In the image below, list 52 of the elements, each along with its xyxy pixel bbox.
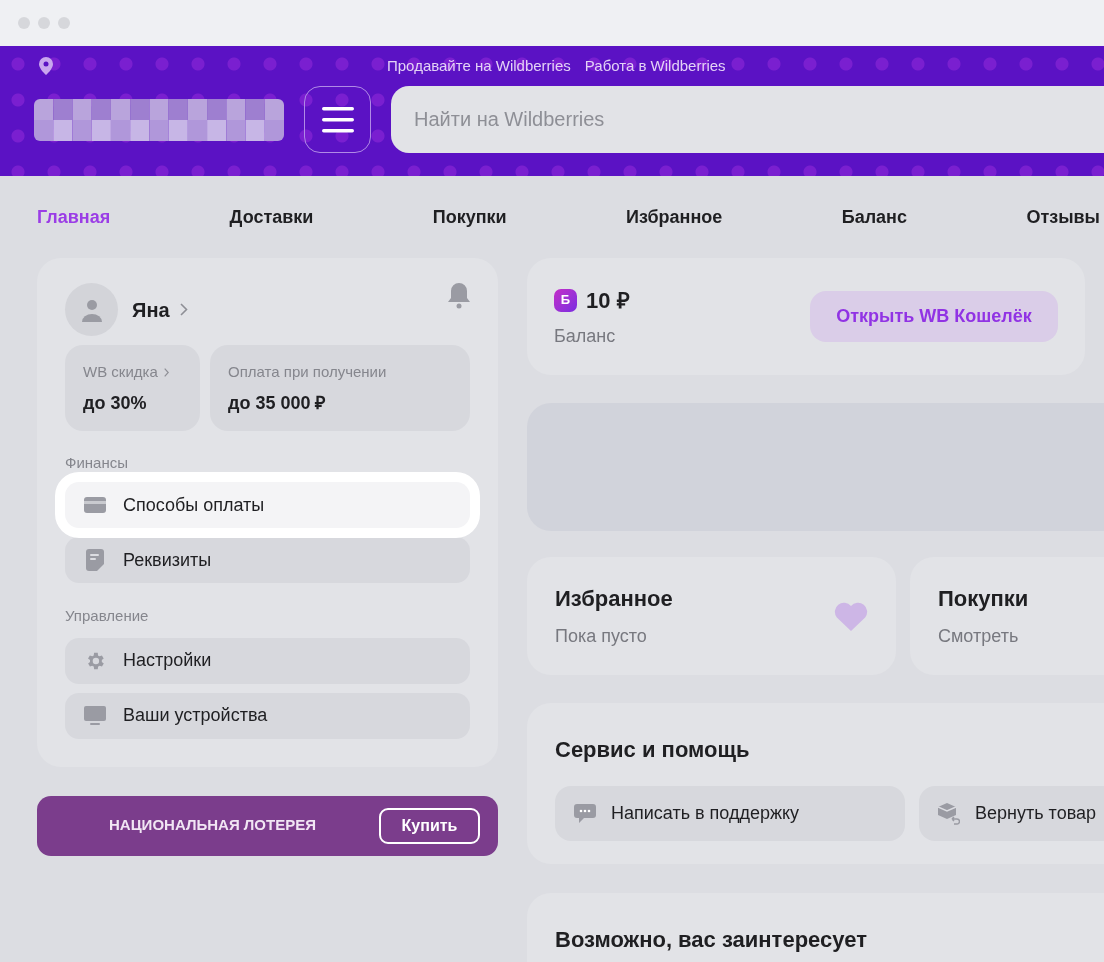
search-field[interactable]: Найти на Wildberries xyxy=(391,86,1104,153)
wallet-button[interactable]: Открыть WB Кошелёк xyxy=(810,291,1058,342)
service-title: Сервис и помощь xyxy=(555,736,751,764)
nav-tab[interactable]: Избранное xyxy=(626,203,723,231)
card-icon xyxy=(84,497,106,513)
bell-icon[interactable] xyxy=(447,282,471,309)
stat-value: до 35 000 ₽ xyxy=(228,391,327,415)
tile-subtitle: Пока пусто xyxy=(555,625,648,648)
balance-label: Баланс xyxy=(554,324,617,348)
buy-button[interactable]: Купить xyxy=(379,807,480,844)
summary-tile[interactable]: Покупки Смотреть xyxy=(910,557,1104,675)
blurred-logo[interactable] xyxy=(34,98,284,141)
person-icon xyxy=(79,297,104,322)
menu-icon xyxy=(321,106,354,133)
nav-tab[interactable]: Главная xyxy=(37,203,111,231)
tile-title: Покупки xyxy=(938,585,1029,613)
monitor-icon xyxy=(84,705,106,726)
chat-icon xyxy=(574,803,596,824)
box-return-icon xyxy=(938,802,960,825)
stat-card[interactable]: WB скидка до 30% xyxy=(65,345,200,431)
service-button[interactable]: Написать в поддержку xyxy=(555,786,905,841)
balance-amount: 10 ₽ xyxy=(586,286,630,315)
menu-item[interactable]: Реквизиты xyxy=(65,537,470,583)
menu-item[interactable]: Ваши устройства xyxy=(65,692,470,739)
balance-badge: Б xyxy=(554,288,577,312)
tile-title: Избранное xyxy=(555,585,673,613)
chevron-icon xyxy=(179,303,188,316)
tile-subtitle: Смотреть xyxy=(938,625,1020,648)
stat-label: Оплата при получении xyxy=(228,362,387,382)
section-heading: Управление xyxy=(65,606,150,626)
service-button[interactable]: Вернуть товар xyxy=(919,786,1104,841)
suggestions-title: Возможно, вас заинтересует xyxy=(555,927,867,952)
avatar[interactable] xyxy=(65,283,118,336)
lottery-banner[interactable]: НАЦИОНАЛЬНАЯ ЛОТЕРЕЯ Купить xyxy=(37,795,498,856)
nav-tab[interactable]: Отзывы xyxy=(1026,203,1100,231)
heart-icon xyxy=(834,601,868,631)
header-link[interactable]: Продавайте на Wildberries xyxy=(387,54,571,78)
location-pin-icon[interactable] xyxy=(39,57,53,75)
stat-value: до 30% xyxy=(83,391,148,415)
nav-tab[interactable]: Покупки xyxy=(432,203,507,231)
summary-tile[interactable]: Избранное Пока пусто xyxy=(527,557,896,675)
profile-name-link[interactable]: Яна xyxy=(132,294,170,325)
stat-label: WB скидка xyxy=(83,362,158,382)
nav-tab[interactable]: Баланс xyxy=(841,203,907,231)
section-heading: Финансы xyxy=(65,452,129,473)
nav-tab[interactable]: Доставки xyxy=(229,203,314,231)
menu-item[interactable]: Настройки xyxy=(65,637,470,684)
stat-card[interactable]: Оплата при получении до 35 000 ₽ xyxy=(210,345,470,431)
lottery-title: НАЦИОНАЛЬНАЯ ЛОТЕРЕЯ xyxy=(109,815,316,836)
document-icon xyxy=(86,549,104,571)
menu-button[interactable] xyxy=(304,86,371,153)
header-link[interactable]: Работа в Wildberries xyxy=(584,54,726,78)
